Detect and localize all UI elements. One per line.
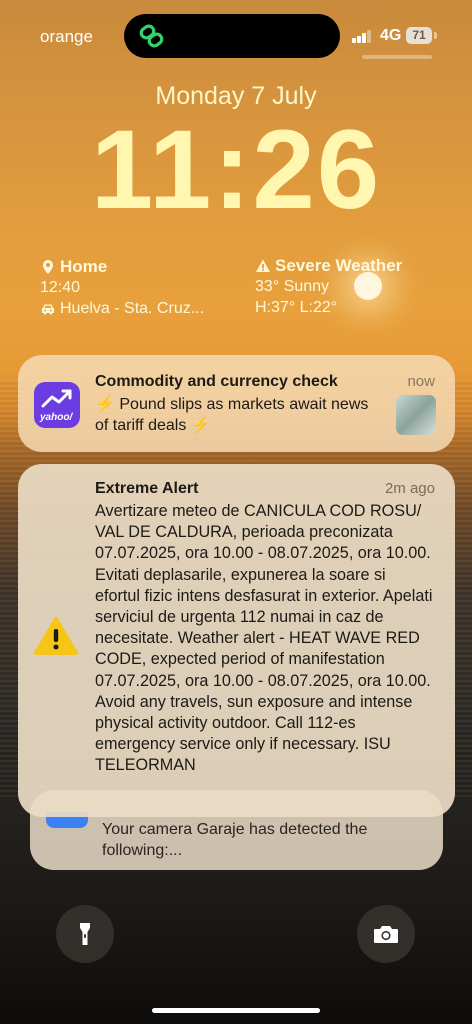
battery-icon: 71 — [406, 27, 432, 44]
weather-widget[interactable]: Severe Weather 33° Sunny H:37° L:22° — [255, 255, 402, 318]
yahoo-logo-text: yahoo/ — [40, 412, 73, 423]
notification-body: Your camera Garaje has detected the foll… — [102, 821, 368, 859]
flashlight-icon — [80, 923, 90, 945]
home-widget-title-row: Home — [40, 256, 204, 277]
chart-trend-icon — [41, 389, 72, 408]
weather-range: H:37° L:22° — [255, 299, 338, 316]
camera-icon — [374, 926, 398, 943]
weather-widget-title: Severe Weather — [275, 256, 403, 275]
notification-extreme-alert[interactable]: Extreme Alert 2m ago Avertizare meteo de… — [18, 464, 455, 817]
weather-current: 33° Sunny — [255, 278, 330, 295]
notification-body: ⚡️ Pound slips as markets await news of … — [95, 396, 369, 434]
notification-title: Extreme Alert — [95, 480, 199, 497]
signal-icon — [352, 30, 372, 43]
home-widget-route-row: Huelva - Sta. Cruz... — [40, 298, 204, 319]
yahoo-finance-icon: yahoo/ — [34, 382, 80, 428]
status-indicator-bar — [362, 55, 432, 59]
notification-yahoo[interactable]: yahoo/ Commodity and currency check now … — [18, 355, 455, 452]
warning-icon — [34, 617, 78, 655]
battery-tip — [434, 32, 437, 39]
warning-triangle-icon — [256, 259, 270, 272]
home-widget-title: Home — [60, 257, 108, 276]
carrier-label: orange — [40, 27, 93, 46]
network-type: 4G — [380, 27, 402, 44]
home-indicator[interactable] — [152, 1008, 320, 1013]
home-widget-time: 12:40 — [40, 279, 81, 296]
dynamic-island[interactable] — [124, 14, 340, 58]
location-pin-icon — [43, 259, 53, 274]
notification-body: Avertizare meteo de CANICULA COD ROSU/ V… — [95, 502, 433, 775]
link-activity-icon — [139, 24, 164, 48]
camera-button[interactable] — [357, 905, 415, 963]
car-icon — [42, 304, 54, 314]
home-widget-route: Huelva - Sta. Cruz... — [60, 300, 205, 317]
notification-thumbnail — [396, 395, 436, 435]
weather-widget-title-row: Severe Weather — [255, 255, 402, 276]
home-travel-widget[interactable]: Home 12:40 Huelva - Sta. Cruz... — [40, 256, 204, 319]
flashlight-button[interactable] — [56, 905, 114, 963]
notification-time: 2m ago — [384, 480, 435, 497]
lock-clock[interactable]: 11:26 — [0, 110, 472, 230]
notification-time: now — [407, 373, 435, 390]
notification-title: Commodity and currency check — [95, 373, 338, 390]
